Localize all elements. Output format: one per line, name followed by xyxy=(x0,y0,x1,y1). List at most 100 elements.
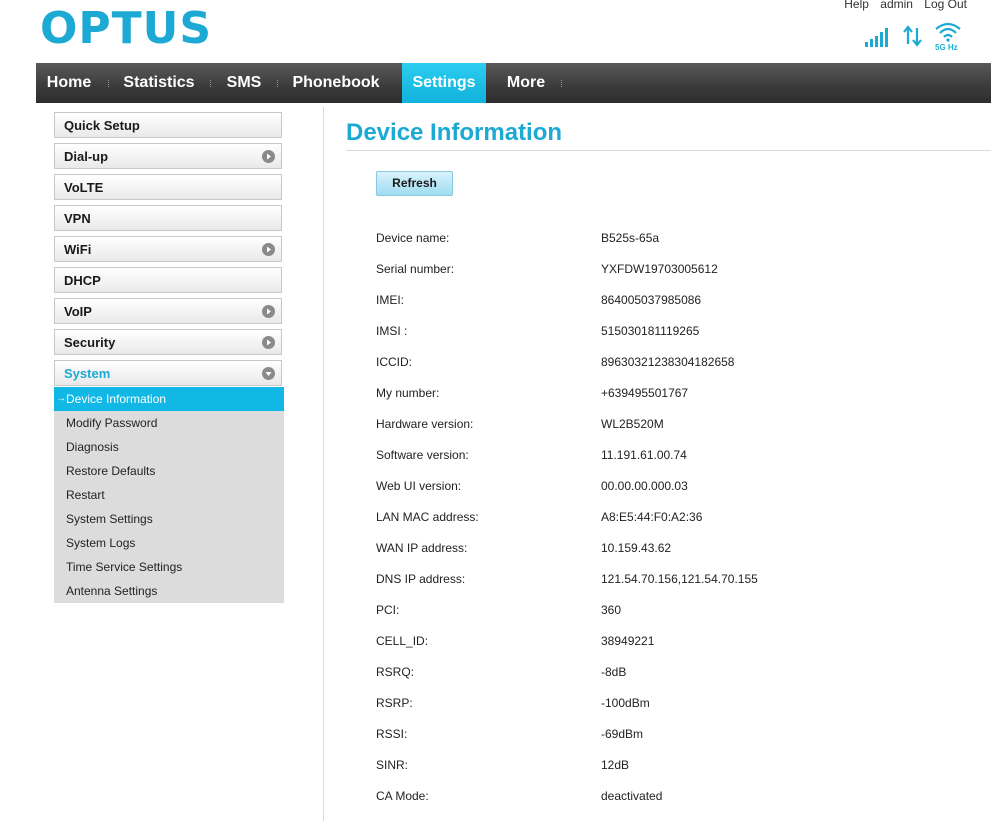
info-row: ICCID: 89630321238304182658 xyxy=(376,355,976,375)
info-value: 11.191.61.00.74 xyxy=(601,448,687,462)
system-submenu: → Device Information Modify Password Dia… xyxy=(54,387,284,603)
sidebar-item-volte[interactable]: VoLTE xyxy=(54,174,282,200)
chevron-right-icon xyxy=(262,336,275,349)
info-label: Serial number: xyxy=(376,262,455,276)
info-value: 00.00.00.000.03 xyxy=(601,479,688,493)
info-row: Serial number: YXFDW19703005612 xyxy=(376,262,976,282)
nav-more[interactable]: More xyxy=(496,63,556,103)
chevron-right-icon xyxy=(262,305,275,318)
chevron-right-icon xyxy=(262,243,275,256)
sidebar-item-dhcp[interactable]: DHCP xyxy=(54,267,282,293)
info-row: SINR: 12dB xyxy=(376,758,976,778)
logout-link[interactable]: Log Out xyxy=(924,0,967,11)
info-row: Software version: 11.191.61.00.74 xyxy=(376,448,976,468)
submenu-item-label: Antenna Settings xyxy=(66,584,158,598)
info-value: -100dBm xyxy=(601,696,650,710)
submenu-time-service-settings[interactable]: Time Service Settings xyxy=(54,555,284,579)
nav-settings[interactable]: Settings xyxy=(402,63,486,103)
info-label: ICCID: xyxy=(376,355,412,369)
info-label: Web UI version: xyxy=(376,479,462,493)
title-divider xyxy=(346,150,991,151)
sidebar-item-label: Security xyxy=(64,335,116,350)
info-row: Web UI version: 00.00.00.000.03 xyxy=(376,479,976,499)
info-label: RSRQ: xyxy=(376,665,415,679)
submenu-item-label: Modify Password xyxy=(66,416,158,430)
info-row: RSRP: -100dBm xyxy=(376,696,976,716)
header: OPTUS Help admin Log Out 5G Hz xyxy=(0,0,991,63)
optus-logo[interactable]: OPTUS xyxy=(40,4,212,54)
sidebar-item-label: DHCP xyxy=(64,273,101,288)
info-value: +639495501767 xyxy=(601,386,689,400)
info-value: 38949221 xyxy=(601,634,655,648)
info-row: WAN IP address: 10.159.43.62 xyxy=(376,541,976,561)
signal-strength-icon xyxy=(865,28,888,47)
content-divider xyxy=(323,107,324,821)
sidebar-item-voip[interactable]: VoIP xyxy=(54,298,282,324)
info-label: SINR: xyxy=(376,758,409,772)
wifi-band-label: 5G Hz xyxy=(935,43,958,52)
sidebar-item-dial-up[interactable]: Dial-up xyxy=(54,143,282,169)
refresh-button[interactable]: Refresh xyxy=(376,171,453,196)
info-row: Device name: B525s-65a xyxy=(376,231,976,251)
nav-separator xyxy=(108,80,110,87)
chevron-right-icon xyxy=(262,150,275,163)
info-value: deactivated xyxy=(601,789,663,803)
nav-separator xyxy=(561,80,563,87)
info-value: 10.159.43.62 xyxy=(601,541,672,555)
chevron-down-icon xyxy=(262,367,275,380)
sidebar-item-vpn[interactable]: VPN xyxy=(54,205,282,231)
submenu-device-information[interactable]: → Device Information xyxy=(54,387,284,411)
info-value: 121.54.70.156,121.54.70.155 xyxy=(601,572,758,586)
nav-phonebook[interactable]: Phonebook xyxy=(283,63,389,103)
submenu-item-label: Time Service Settings xyxy=(66,560,183,574)
sidebar-item-system[interactable]: System xyxy=(54,360,282,386)
help-link[interactable]: Help xyxy=(844,0,869,11)
sidebar-item-security[interactable]: Security xyxy=(54,329,282,355)
info-value: 89630321238304182658 xyxy=(601,355,735,369)
info-row: IMEI: 864005037985086 xyxy=(376,293,976,313)
user-link[interactable]: admin xyxy=(880,0,913,11)
info-label: DNS IP address: xyxy=(376,572,466,586)
info-value: WL2B520M xyxy=(601,417,664,431)
submenu-item-label: Restart xyxy=(66,488,105,502)
info-label: Device name: xyxy=(376,231,450,245)
submenu-item-label: System Logs xyxy=(66,536,136,550)
info-label: LAN MAC address: xyxy=(376,510,479,524)
info-label: My number: xyxy=(376,386,440,400)
submenu-restore-defaults[interactable]: Restore Defaults xyxy=(54,459,284,483)
info-row: LAN MAC address: A8:E5:44:F0:A2:36 xyxy=(376,510,976,530)
info-label: Software version: xyxy=(376,448,469,462)
submenu-system-settings[interactable]: System Settings xyxy=(54,507,284,531)
info-label: RSSI: xyxy=(376,727,408,741)
submenu-item-label: System Settings xyxy=(66,512,153,526)
nav-home[interactable]: Home xyxy=(36,63,102,103)
info-value: B525s-65a xyxy=(601,231,660,245)
nav-statistics[interactable]: Statistics xyxy=(114,63,204,103)
sidebar-item-quick-setup[interactable]: Quick Setup xyxy=(54,112,282,138)
submenu-restart[interactable]: Restart xyxy=(54,483,284,507)
info-row: RSSI: -69dBm xyxy=(376,727,976,747)
info-row: RSRQ: -8dB xyxy=(376,665,976,685)
info-value: -8dB xyxy=(601,665,627,679)
info-row: Hardware version: WL2B520M xyxy=(376,417,976,437)
submenu-antenna-settings[interactable]: Antenna Settings xyxy=(54,579,284,603)
sidebar-item-label: VoIP xyxy=(64,304,92,319)
submenu-item-label: Restore Defaults xyxy=(66,464,156,478)
info-row: My number: +639495501767 xyxy=(376,386,976,406)
submenu-system-logs[interactable]: System Logs xyxy=(54,531,284,555)
sidebar-item-wifi[interactable]: WiFi xyxy=(54,236,282,262)
top-links: Help admin Log Out xyxy=(836,0,967,11)
info-value: A8:E5:44:F0:A2:36 xyxy=(601,510,703,524)
sidebar-item-label: Dial-up xyxy=(64,149,109,164)
info-row: PCI: 360 xyxy=(376,603,976,623)
nav-sms[interactable]: SMS xyxy=(216,63,272,103)
info-value: 515030181119265 xyxy=(601,324,700,338)
submenu-modify-password[interactable]: Modify Password xyxy=(54,411,284,435)
submenu-item-label: Device Information xyxy=(66,392,167,406)
submenu-diagnosis[interactable]: Diagnosis xyxy=(54,435,284,459)
info-row: IMSI : 515030181119265 xyxy=(376,324,976,344)
sidebar-item-label: VPN xyxy=(64,211,91,226)
page-title: Device Information xyxy=(346,119,563,146)
info-value: 864005037985086 xyxy=(601,293,702,307)
info-label: RSRP: xyxy=(376,696,413,710)
